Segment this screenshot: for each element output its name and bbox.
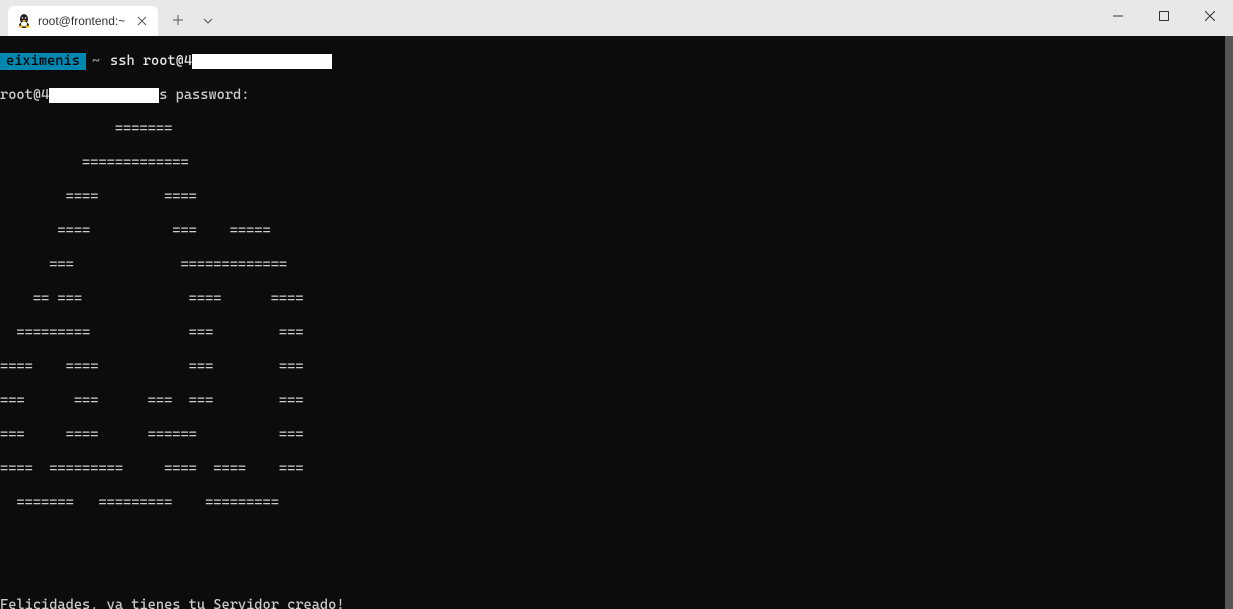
ascii-art: ========= === === xyxy=(0,325,1233,342)
ascii-art: === ============= xyxy=(0,257,1233,274)
ascii-art: == === ==== ==== xyxy=(0,291,1233,308)
ascii-art: ==== ========= ==== ==== === xyxy=(0,461,1233,478)
ascii-art: ======= xyxy=(0,121,1233,138)
window-controls xyxy=(1095,0,1233,32)
tab-controls xyxy=(158,6,228,36)
ascii-art: ==== ==== === === xyxy=(0,359,1233,376)
blank-line xyxy=(0,529,1233,546)
command-text: ssh root@4 xyxy=(110,53,192,69)
pw-suffix: s password: xyxy=(159,87,249,103)
prompt-path: ~ xyxy=(86,53,106,69)
minimize-button[interactable] xyxy=(1095,0,1141,32)
motd-es-congrats: Felicidades, ya tienes tu Servidor cread… xyxy=(0,597,1233,609)
terminal-tab[interactable]: root@frontend:~ xyxy=(8,6,158,36)
scrollbar-thumb[interactable] xyxy=(1225,36,1233,609)
tab-dropdown-icon[interactable] xyxy=(200,13,216,29)
ascii-art: === ==== ====== === xyxy=(0,427,1233,444)
redacted-host xyxy=(192,54,332,69)
ascii-art: ==== ==== xyxy=(0,189,1233,206)
password-prompt: root@4 s password: xyxy=(0,87,1233,104)
pw-prefix: root@4 xyxy=(0,87,49,103)
ascii-art: ======= ========= ========= xyxy=(0,495,1233,512)
ascii-art: === === === === === xyxy=(0,393,1233,410)
close-button[interactable] xyxy=(1187,0,1233,32)
tab-title: root@frontend:~ xyxy=(38,14,128,28)
terminal-area[interactable]: eiximenis~ssh root@4 root@4 s password: =… xyxy=(0,36,1233,609)
ascii-art: ============= xyxy=(0,155,1233,172)
redacted-ip xyxy=(49,88,159,103)
blank-line xyxy=(0,563,1233,580)
new-tab-button[interactable] xyxy=(170,13,186,29)
powerline-host: eiximenis xyxy=(0,53,86,70)
titlebar: root@frontend:~ xyxy=(0,0,1233,36)
scrollbar[interactable] xyxy=(1225,36,1233,609)
ascii-art: ==== === ===== xyxy=(0,223,1233,240)
tux-icon xyxy=(16,13,32,29)
maximize-button[interactable] xyxy=(1141,0,1187,32)
prompt-line: eiximenis~ssh root@4 xyxy=(0,53,1233,70)
tab-close-icon[interactable] xyxy=(134,13,150,29)
